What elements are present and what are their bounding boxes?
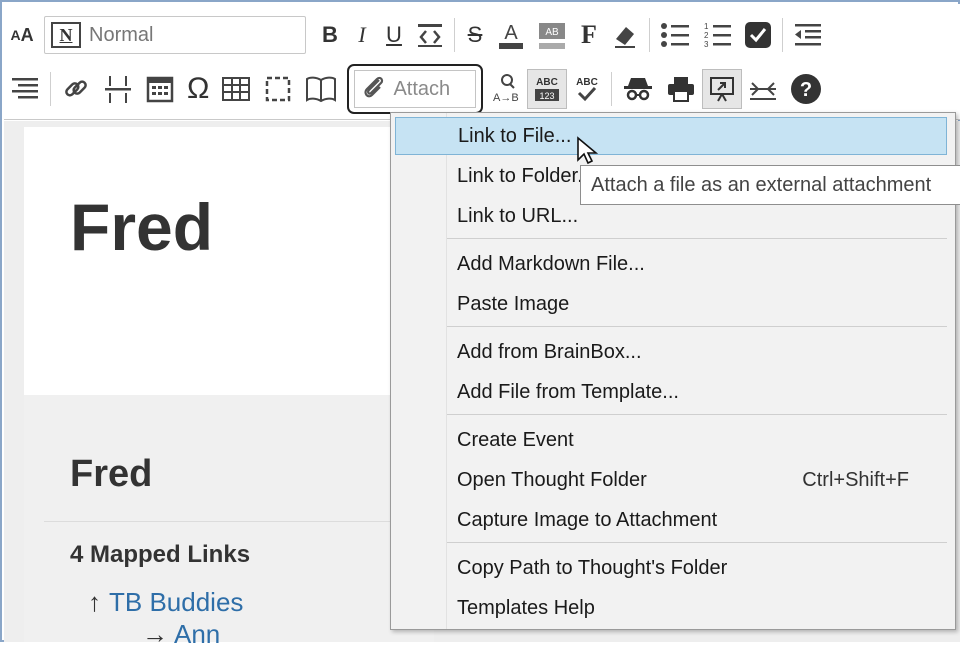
attach-label: Attach: [393, 77, 451, 100]
svg-text:ABC: ABC: [577, 77, 599, 88]
underline-button[interactable]: U: [378, 15, 410, 55]
incognito-icon[interactable]: [616, 69, 660, 109]
present-icon[interactable]: [702, 69, 743, 109]
highlight-color-icon[interactable]: AB: [531, 15, 573, 55]
svg-text:1: 1: [704, 22, 709, 31]
menu-item-open-thought-folder[interactable]: Open Thought Folder Ctrl+Shift+F: [395, 461, 947, 499]
menu-item-label: Create Event: [457, 428, 574, 451]
find-replace-icon[interactable]: A→B: [487, 69, 527, 109]
menu-item-label: Copy Path to Thought's Folder: [457, 556, 728, 579]
menu-item-add-markdown-file[interactable]: Add Markdown File...: [395, 245, 947, 283]
menu-separator: [447, 542, 947, 543]
style-select-value: Normal: [89, 23, 154, 46]
align-right-icon[interactable]: [4, 69, 46, 109]
numbered-list-icon[interactable]: 123: [696, 15, 738, 55]
book-icon[interactable]: [299, 69, 343, 109]
toolbar-divider: [782, 18, 783, 52]
svg-text:123: 123: [540, 91, 555, 101]
menu-item-add-file-from-template[interactable]: Add File from Template...: [395, 373, 947, 411]
menu-item-label: Paste Image: [457, 292, 570, 315]
paperclip-icon: [361, 74, 387, 105]
mapped-links-heading: 4 Mapped Links: [70, 541, 251, 568]
notes-panel: Fred 4 Mapped Links ↑ TB Buddies → Ann: [24, 395, 434, 649]
svg-text:3: 3: [704, 40, 709, 48]
menu-item-add-from-brainbox[interactable]: Add from BrainBox...: [395, 333, 947, 371]
strikethrough-button[interactable]: S: [459, 15, 491, 55]
paragraph-style-select[interactable]: N Normal: [44, 16, 306, 54]
menu-separator: [447, 238, 947, 239]
mapped-link[interactable]: Ann: [174, 619, 220, 649]
menu-item-copy-path[interactable]: Copy Path to Thought's Folder: [395, 549, 947, 587]
title-card: Fred: [24, 127, 434, 395]
horizontal-rule-icon[interactable]: [97, 69, 139, 109]
menu-item-label: Add Markdown File...: [457, 252, 645, 275]
attach-button-inner: Attach: [354, 70, 477, 108]
mapped-link-row: → Ann: [142, 619, 220, 650]
outdent-icon[interactable]: [787, 15, 829, 55]
toolbar-divider: [649, 18, 650, 52]
omega-special-char-icon[interactable]: Ω: [181, 69, 215, 109]
toolbar-row-1: AA N Normal B I U S A AB F 1 2 3: [4, 8, 829, 62]
eraser-icon[interactable]: [605, 15, 645, 55]
print-icon[interactable]: [660, 69, 702, 109]
formatting-toolbar: AA N Normal B I U S A AB F 1 2 3 Ω Attac…: [4, 4, 960, 120]
toolbar-divider: [50, 72, 51, 106]
table-icon[interactable]: [215, 69, 257, 109]
menu-item-label: Capture Image to Attachment: [457, 508, 718, 531]
toolbar-divider: [611, 72, 613, 106]
font-family-icon[interactable]: F: [573, 15, 605, 55]
menu-item-create-event[interactable]: Create Event: [395, 421, 947, 459]
svg-text:AB: AB: [545, 27, 559, 38]
svg-text:A→B: A→B: [493, 92, 519, 104]
jump-arrow-icon: →: [142, 619, 168, 649]
menu-item-label: Add from BrainBox...: [457, 340, 642, 363]
menu-separator: [447, 414, 947, 415]
font-size-icon[interactable]: AA: [4, 15, 40, 55]
menu-item-label: Open Thought Folder: [457, 468, 647, 491]
menu-item-label: Templates Help: [457, 596, 595, 619]
calendar-icon[interactable]: [139, 69, 181, 109]
menu-item-label: Add File from Template...: [457, 380, 679, 403]
italic-button[interactable]: I: [346, 15, 378, 55]
menu-item-templates-help[interactable]: Templates Help: [395, 589, 947, 627]
menu-item-label: Link to Folder...: [457, 164, 594, 187]
editor-window: AA N Normal B I U S A AB F 1 2 3 Ω Attac…: [0, 0, 960, 649]
help-icon[interactable]: ?: [784, 69, 828, 109]
svg-text:2: 2: [704, 31, 709, 40]
spellcheck-icon[interactable]: ABC: [567, 69, 607, 109]
code-icon[interactable]: [410, 15, 450, 55]
abc-123-icon[interactable]: ABC 123: [527, 69, 568, 109]
menu-item-shortcut: Ctrl+Shift+F: [802, 468, 909, 491]
menu-separator: [447, 326, 947, 327]
thought-subtitle: Fred: [70, 453, 153, 495]
mouse-cursor-icon: [576, 136, 599, 171]
menu-item-label: Link to File...: [458, 124, 572, 147]
collapse-icon[interactable]: [742, 69, 784, 109]
tooltip: Attach a file as an external attachment: [580, 165, 960, 205]
toolbar-divider: [454, 18, 455, 52]
toolbar-row-2: Ω Attach A→B ABC 123 ABC ?: [4, 62, 828, 116]
mapped-link-row: ↑ TB Buddies: [88, 587, 243, 618]
bold-button[interactable]: B: [314, 15, 346, 55]
checkbox-icon[interactable]: [738, 15, 778, 55]
link-icon[interactable]: [55, 69, 97, 109]
svg-text:ABC: ABC: [537, 77, 559, 88]
svg-text:?: ?: [800, 79, 812, 101]
divider: [44, 521, 434, 522]
font-color-icon[interactable]: A: [491, 15, 531, 55]
bulleted-list-icon[interactable]: [654, 15, 696, 55]
parent-arrow-icon: ↑: [88, 587, 101, 617]
thought-title: Fred: [70, 190, 214, 264]
frame-select-icon[interactable]: [257, 69, 299, 109]
attach-button[interactable]: Attach: [347, 64, 484, 114]
normal-style-icon: N: [51, 22, 81, 48]
menu-item-capture-image[interactable]: Capture Image to Attachment: [395, 501, 947, 539]
menu-item-link-to-file[interactable]: Link to File...: [395, 117, 947, 155]
menu-item-label: Link to URL...: [457, 204, 579, 227]
mapped-link[interactable]: TB Buddies: [109, 587, 243, 617]
svg-text:A: A: [504, 22, 518, 44]
menu-item-paste-image[interactable]: Paste Image: [395, 285, 947, 323]
